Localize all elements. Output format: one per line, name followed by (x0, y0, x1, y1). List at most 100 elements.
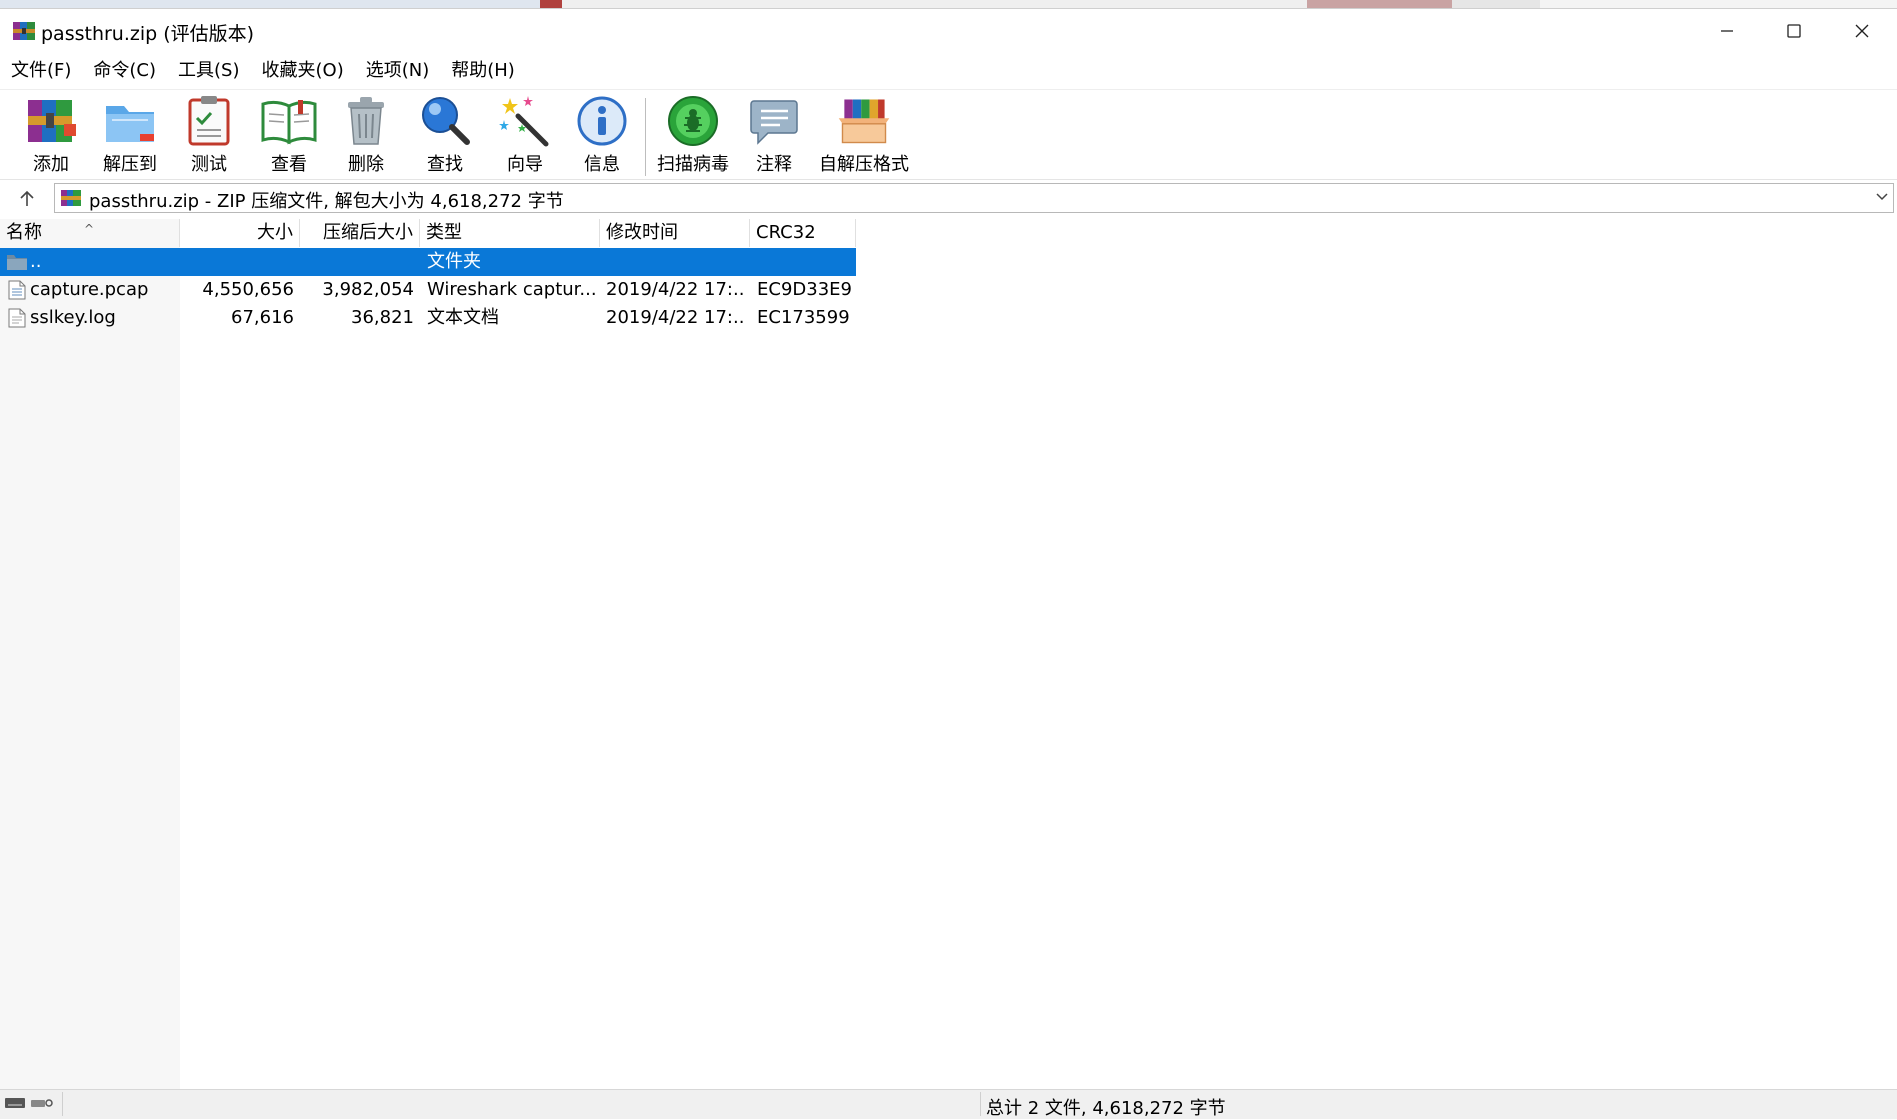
table-row[interactable]: sslkey.log 67,616 36,821 文本文档 2019/4/22 … (0, 304, 856, 332)
file-size: 67,616 (231, 307, 294, 328)
name-column-shade (0, 219, 180, 1089)
file-name: sslkey.log (30, 307, 116, 328)
status-summary: 总计 2 文件, 4,618,272 字节 (986, 1098, 1226, 1119)
extract-to-button[interactable]: 解压到 (98, 94, 162, 176)
delete-button[interactable]: 删除 (338, 94, 394, 176)
menu-help[interactable]: 帮助(H) (440, 53, 526, 89)
trash-can-icon (348, 97, 384, 145)
file-crc (757, 248, 853, 276)
file-packed (300, 248, 414, 276)
view-label: 查看 (271, 154, 307, 175)
scan-virus-label: 扫描病毒 (657, 154, 729, 175)
delete-label: 删除 (348, 154, 384, 175)
drive-key-icon[interactable] (30, 1096, 54, 1110)
title-bar[interactable]: passthru.zip (评估版本) (0, 9, 1897, 53)
close-button[interactable] (1827, 9, 1897, 53)
menu-commands[interactable]: 命令(C) (82, 53, 167, 89)
sfx-label: 自解压格式 (819, 154, 909, 175)
view-button[interactable]: 查看 (258, 94, 320, 176)
open-book-icon (261, 100, 317, 145)
table-row[interactable]: .. 文件夹 (0, 248, 856, 276)
status-bar: 总计 2 文件, 4,618,272 字节 (0, 1089, 1897, 1119)
file-list: 名称 ^ 大小 压缩后大小 类型 修改时间 CRC32 .. 文件夹 captu… (0, 219, 1897, 1089)
wizard-label: 向导 (507, 154, 543, 175)
clipboard-check-icon (188, 96, 230, 146)
folder-icon (7, 255, 27, 270)
minimize-button[interactable] (1692, 9, 1762, 53)
scan-virus-button[interactable]: 扫描病毒 (654, 94, 732, 176)
table-row[interactable]: capture.pcap 4,550,656 3,982,054 Wiresha… (0, 276, 856, 304)
toolbar-separator (645, 98, 646, 176)
file-size (180, 248, 294, 276)
up-level-button[interactable] (12, 186, 42, 212)
file-packed: 3,982,054 (322, 279, 414, 300)
extract-to-label: 解压到 (103, 154, 157, 175)
find-button[interactable]: 查找 (416, 94, 474, 176)
maximize-icon (1787, 24, 1801, 38)
address-bar: passthru.zip - ZIP 压缩文件, 解包大小为 4,618,272… (0, 179, 1897, 218)
column-header-packed[interactable]: 压缩后大小 (300, 219, 420, 247)
sort-ascending-icon: ^ (84, 222, 95, 236)
test-button[interactable]: 测试 (180, 94, 238, 176)
column-header-name[interactable]: 名称 ^ (0, 219, 180, 247)
column-name-label: 名称 (6, 222, 42, 243)
minimize-icon (1721, 30, 1733, 32)
add-button[interactable]: 添加 (22, 94, 80, 176)
virus-scan-icon (668, 96, 718, 146)
status-icons (4, 1096, 54, 1110)
info-label: 信息 (584, 154, 620, 175)
column-header-crc[interactable]: CRC32 (750, 219, 856, 247)
file-name: .. (30, 251, 42, 272)
menu-favorites[interactable]: 收藏夹(O) (251, 53, 355, 89)
info-button[interactable]: 信息 (574, 94, 630, 176)
chevron-down-icon[interactable] (1875, 192, 1889, 202)
file-type: 文本文档 (427, 307, 499, 328)
file-modified (606, 248, 746, 276)
comment-button[interactable]: 注释 (746, 94, 802, 176)
path-combobox[interactable]: passthru.zip - ZIP 压缩文件, 解包大小为 4,618,272… (54, 183, 1894, 213)
folder-extract-icon (106, 106, 154, 142)
column-packed-label: 压缩后大小 (323, 222, 413, 243)
toolbar: 添加 解压到 测试 查看 删除 查找 向导 信息 扫描病毒 注释 自解压格式 (0, 89, 1897, 180)
status-divider (980, 1092, 981, 1116)
sfx-box-icon (838, 99, 890, 144)
comment-label: 注释 (756, 154, 792, 175)
magnifier-icon (422, 97, 470, 145)
column-header-size[interactable]: 大小 (180, 219, 300, 247)
file-modified: 2019/4/22 17:... (606, 279, 746, 300)
winrar-app-icon (13, 22, 35, 40)
sfx-button[interactable]: 自解压格式 (818, 94, 910, 176)
arrow-up-icon (20, 190, 34, 206)
file-modified: 2019/4/22 17:... (606, 307, 746, 328)
pcap-file-icon (8, 280, 26, 300)
wizard-button[interactable]: 向导 (496, 94, 554, 176)
column-header-modified[interactable]: 修改时间 (600, 219, 750, 247)
column-header-type[interactable]: 类型 (420, 219, 600, 247)
zip-archive-icon (61, 190, 81, 206)
magic-wand-icon (499, 96, 549, 147)
file-name: capture.pcap (30, 279, 149, 300)
maximize-button[interactable] (1759, 9, 1829, 53)
menu-tools[interactable]: 工具(S) (167, 53, 250, 89)
file-crc: EC173599 (757, 307, 850, 328)
test-label: 测试 (191, 154, 227, 175)
status-divider (62, 1092, 63, 1116)
menu-bar: 文件(F) 命令(C) 工具(S) 收藏夹(O) 选项(N) 帮助(H) (0, 53, 1897, 89)
add-label: 添加 (33, 154, 69, 175)
column-modified-label: 修改时间 (606, 222, 678, 243)
archive-path-text: passthru.zip - ZIP 压缩文件, 解包大小为 4,618,272… (89, 191, 564, 212)
column-crc-label: CRC32 (756, 222, 816, 243)
file-type: Wireshark captur... (427, 279, 595, 300)
info-icon (577, 96, 627, 146)
file-size: 4,550,656 (202, 279, 294, 300)
column-size-label: 大小 (257, 222, 293, 243)
comment-icon (750, 100, 798, 145)
window-title: passthru.zip (评估版本) (41, 23, 255, 45)
find-label: 查找 (427, 154, 463, 175)
file-packed: 36,821 (351, 307, 414, 328)
menu-options[interactable]: 选项(N) (355, 53, 441, 89)
text-file-icon (8, 308, 26, 328)
menu-file[interactable]: 文件(F) (0, 53, 82, 89)
add-archive-icon (28, 100, 76, 142)
keyboard-icon[interactable] (4, 1096, 26, 1110)
